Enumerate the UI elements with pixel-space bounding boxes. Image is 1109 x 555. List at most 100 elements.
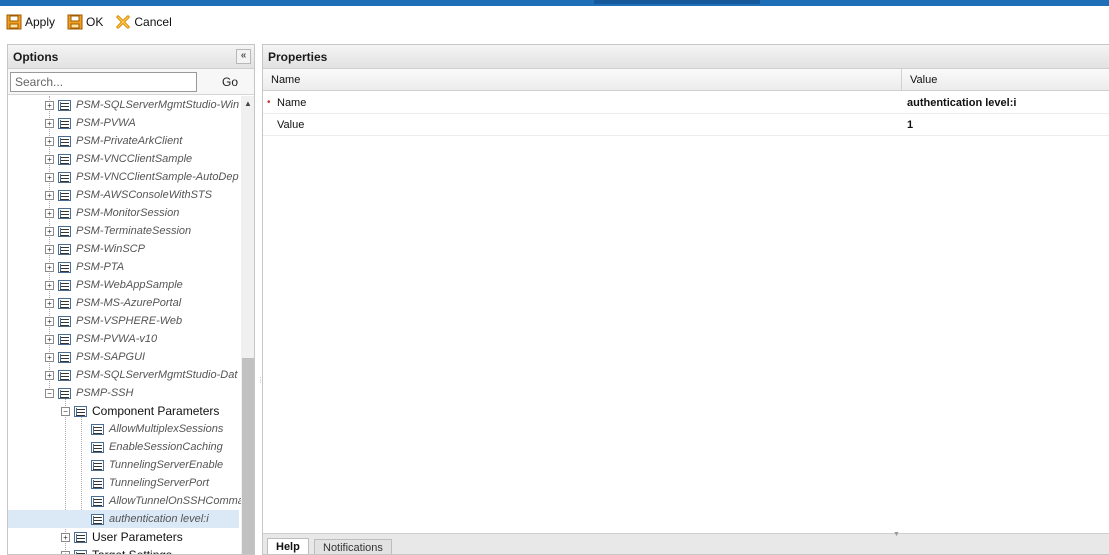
tree-leaf[interactable]: AllowMultiplexSessions bbox=[91, 420, 223, 438]
expand-icon[interactable]: + bbox=[45, 172, 54, 182]
save-icon bbox=[6, 14, 22, 30]
tree-node[interactable]: + PSM-PVWA bbox=[45, 114, 136, 132]
component-icon bbox=[58, 261, 71, 273]
component-icon bbox=[58, 315, 71, 327]
component-icon bbox=[58, 333, 71, 345]
collapse-icon[interactable]: − bbox=[61, 406, 70, 416]
tree-node-target-settings[interactable]: + Target Settings bbox=[61, 546, 173, 555]
apply-button[interactable]: Apply bbox=[6, 14, 55, 30]
tree-node[interactable]: + PSM-VSPHERE-Web bbox=[45, 312, 182, 330]
component-icon bbox=[58, 225, 71, 237]
expand-icon[interactable]: + bbox=[45, 334, 54, 344]
tree-node-user-parameters[interactable]: + User Parameters bbox=[61, 528, 183, 546]
collapse-panel-button[interactable]: « bbox=[236, 49, 251, 64]
property-name: Name bbox=[277, 97, 307, 109]
component-icon bbox=[58, 99, 71, 111]
options-title: Options bbox=[13, 49, 59, 64]
expand-icon[interactable]: + bbox=[45, 226, 54, 236]
property-row[interactable]: Value 1 bbox=[263, 114, 1109, 136]
tree-node[interactable]: + PSM-SAPGUI bbox=[45, 348, 145, 366]
tree-node[interactable]: + PSM-PTA bbox=[45, 258, 124, 276]
bottom-tab-bar: Help Notifications bbox=[263, 537, 1109, 554]
tree-guide-line bbox=[81, 414, 82, 514]
tree-node[interactable]: + PSM-PrivateArkClient bbox=[45, 132, 182, 150]
tree-node[interactable]: + PSM-VNCClientSample-AutoDep bbox=[45, 168, 239, 186]
tree-node-label: PSM-PrivateArkClient bbox=[76, 135, 183, 147]
collapse-icon[interactable]: − bbox=[45, 388, 54, 398]
expand-icon[interactable]: + bbox=[45, 208, 54, 218]
top-accent-segment bbox=[594, 0, 760, 4]
tree-node[interactable]: + PSM-PVWA-v10 bbox=[45, 330, 157, 348]
tree-node[interactable]: + PSM-SQLServerMgmtStudio-Win bbox=[45, 96, 239, 114]
tree-leaf[interactable]: TunnelingServerPort bbox=[91, 474, 209, 492]
expand-icon[interactable]: + bbox=[45, 190, 54, 200]
tree-node-label: PSM-VSPHERE-Web bbox=[76, 315, 183, 327]
tree-node-label: User Parameters bbox=[92, 530, 183, 544]
expand-icon[interactable]: + bbox=[45, 280, 54, 290]
tree-node-component-parameters[interactable]: − Component Parameters bbox=[61, 402, 219, 420]
tree-leaf[interactable]: AllowTunnelOnSSHComma bbox=[91, 492, 241, 510]
column-header-name[interactable]: Name bbox=[263, 69, 901, 91]
tree-scrollbar[interactable]: ▲ bbox=[241, 96, 254, 554]
scroll-up-icon[interactable]: ▲ bbox=[244, 99, 252, 108]
tree-node-label: PSMP-SSH bbox=[76, 387, 134, 399]
expand-icon[interactable]: + bbox=[45, 262, 54, 272]
expand-icon[interactable]: + bbox=[45, 154, 54, 164]
tree-node[interactable]: + PSM-MonitorSession bbox=[45, 204, 179, 222]
tree-node-label: PSM-AWSConsoleWithSTS bbox=[76, 189, 213, 201]
tree-node-label: PSM-SQLServerMgmtStudio-Dat bbox=[76, 369, 238, 381]
expand-icon[interactable]: + bbox=[45, 244, 54, 254]
options-tree: + PSM-SQLServerMgmtStudio-Win + PSM-PVWA + PS… bbox=[8, 96, 241, 555]
component-icon bbox=[58, 171, 71, 183]
tree-leaf[interactable]: TunnelingServerEnable bbox=[91, 456, 223, 474]
expand-icon[interactable]: + bbox=[45, 352, 54, 362]
expand-icon[interactable]: + bbox=[61, 532, 70, 542]
tree-node-label: PSM-VNCClientSample bbox=[76, 153, 193, 165]
tree-node-label: PSM-SAPGUI bbox=[76, 351, 146, 363]
expand-icon[interactable]: + bbox=[45, 316, 54, 326]
tree-node[interactable]: + PSM-MS-AzurePortal bbox=[45, 294, 181, 312]
tree-node[interactable]: − PSMP-SSH bbox=[45, 384, 133, 402]
tree-node-label: PSM-SQLServerMgmtStudio-Win bbox=[76, 99, 240, 111]
component-icon bbox=[58, 297, 71, 309]
component-icon bbox=[58, 189, 71, 201]
tab-notifications[interactable]: Notifications bbox=[314, 539, 392, 554]
property-value[interactable]: authentication level:i bbox=[907, 92, 1016, 114]
component-icon bbox=[91, 423, 104, 435]
tree-node[interactable]: + PSM-WebAppSample bbox=[45, 276, 183, 294]
cancel-label: Cancel bbox=[134, 15, 172, 29]
tree-node[interactable]: + PSM-SQLServerMgmtStudio-Dat bbox=[45, 366, 237, 384]
required-marker: • bbox=[267, 97, 271, 108]
property-value[interactable]: 1 bbox=[907, 114, 913, 136]
expand-icon[interactable]: + bbox=[45, 100, 54, 110]
search-input[interactable] bbox=[10, 72, 197, 92]
tree-node-label: EnableSessionCaching bbox=[109, 441, 223, 453]
tree-node[interactable]: + PSM-TerminateSession bbox=[45, 222, 191, 240]
tree-node-label: PSM-PTA bbox=[76, 261, 125, 273]
tree-node[interactable]: + PSM-AWSConsoleWithSTS bbox=[45, 186, 212, 204]
component-icon bbox=[91, 459, 104, 471]
cancel-button[interactable]: Cancel bbox=[115, 14, 172, 30]
expand-icon[interactable]: + bbox=[45, 298, 54, 308]
expand-icon[interactable]: + bbox=[45, 136, 54, 146]
property-row[interactable]: • Name authentication level:i bbox=[263, 92, 1109, 114]
expand-icon[interactable]: + bbox=[61, 550, 70, 554]
scrollbar-thumb[interactable] bbox=[242, 358, 254, 554]
component-icon bbox=[74, 531, 87, 543]
expand-icon[interactable]: + bbox=[45, 370, 54, 380]
component-icon bbox=[91, 513, 104, 525]
tab-help[interactable]: Help bbox=[267, 538, 309, 554]
apply-label: Apply bbox=[25, 15, 56, 29]
tree-node-label: Target Settings bbox=[92, 548, 173, 555]
tree-node-label: PSM-PVWA bbox=[76, 117, 136, 129]
column-header-value[interactable]: Value bbox=[901, 69, 1109, 91]
tree-leaf[interactable]: authentication level:i bbox=[8, 510, 239, 528]
go-button[interactable]: Go bbox=[206, 72, 254, 92]
tree-leaf[interactable]: EnableSessionCaching bbox=[91, 438, 223, 456]
expand-icon[interactable]: + bbox=[45, 118, 54, 128]
tree-node[interactable]: + PSM-VNCClientSample bbox=[45, 150, 192, 168]
component-icon bbox=[58, 369, 71, 381]
ok-button[interactable]: OK bbox=[67, 14, 103, 30]
tree-node-label: PSM-WebAppSample bbox=[76, 279, 183, 291]
tree-node[interactable]: + PSM-WinSCP bbox=[45, 240, 145, 258]
